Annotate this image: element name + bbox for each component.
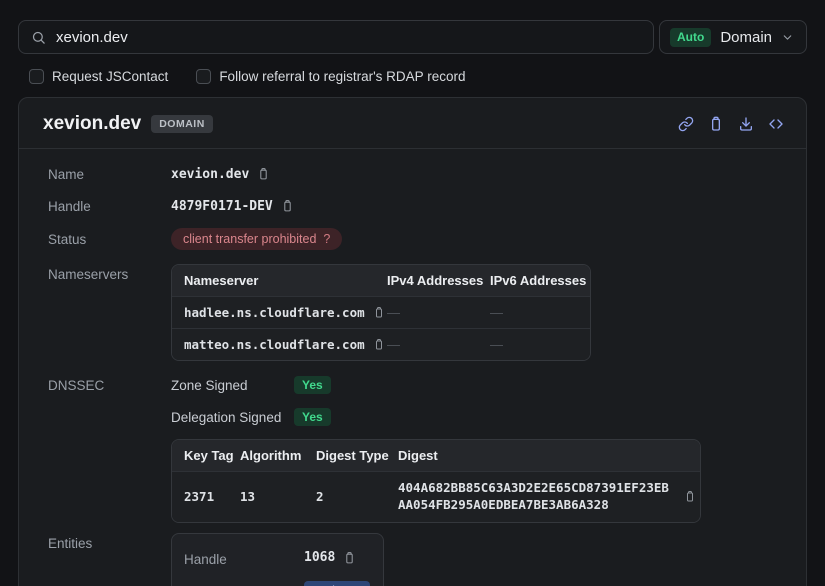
entity-handle-label: Handle [184, 549, 304, 567]
status-field: Status client transfer prohibited ? [48, 228, 782, 250]
col-digest: Digest [398, 440, 700, 471]
table-row: 2371 13 2 404A682BB85C63A3D2E2E65CD87391… [172, 471, 700, 522]
entity-handle-value: 1068 [304, 550, 335, 565]
dnssec-table: Key Tag Algorithm Digest Type Digest 237… [171, 439, 701, 523]
name-label: Name [48, 167, 171, 182]
role-badge: registrar [304, 581, 370, 586]
handle-label: Handle [48, 199, 171, 214]
entity-handle-row: Handle 1068 [184, 548, 371, 568]
nameservers-table: Nameserver IPv4 Addresses IPv6 Addresses… [171, 264, 591, 361]
card-body: Name xevion.dev Handle 4879F0171-DEV [19, 149, 806, 586]
header-actions [678, 116, 784, 132]
copy-icon [373, 338, 385, 351]
follow-referral-checkbox[interactable] [196, 69, 211, 84]
dnssec-content: Zone Signed Yes Delegation Signed Yes Ke… [171, 375, 782, 523]
rdap-page: Auto Domain Request JSContact Follow ref… [0, 0, 825, 586]
jscontact-option[interactable]: Request JSContact [29, 69, 168, 84]
handle-value: 4879F0171-DEV [171, 199, 273, 214]
dnssec-field: DNSSEC Zone Signed Yes Delegation Signed… [48, 375, 782, 523]
copy-entity-handle-button[interactable] [343, 551, 356, 565]
search-box[interactable] [18, 20, 654, 54]
copy-icon [373, 306, 385, 319]
copy-icon [684, 490, 696, 503]
digest-type-value: 2 [316, 489, 324, 504]
nameserver-value: hadlee.ns.cloudflare.com [184, 305, 365, 320]
dnssec-table-header: Key Tag Algorithm Digest Type Digest [172, 440, 700, 471]
link-icon [678, 116, 694, 132]
query-type-value: Domain [720, 29, 772, 46]
code-icon [768, 116, 784, 132]
name-field: Name xevion.dev [48, 164, 782, 184]
dnssec-label: DNSSEC [48, 375, 171, 393]
domain-result-card: xevion.dev DOMAIN Name [18, 97, 807, 586]
query-type-dropdown[interactable]: Auto Domain [659, 20, 807, 54]
download-button[interactable] [738, 116, 754, 132]
entity-card: Handle 1068 Roles registrar [171, 533, 384, 586]
status-label: Status [48, 232, 171, 247]
jscontact-checkbox[interactable] [29, 69, 44, 84]
ipv4-empty: — [387, 337, 399, 352]
delegation-signed-badge: Yes [294, 408, 331, 426]
zone-signed-badge: Yes [294, 376, 331, 394]
permalink-button[interactable] [678, 116, 694, 132]
col-key-tag: Key Tag [172, 440, 240, 471]
col-ipv4: IPv4 Addresses [387, 265, 490, 296]
col-ipv6: IPv6 Addresses [490, 265, 590, 296]
entity-roles-label: Roles [184, 582, 304, 586]
ipv4-empty: — [387, 305, 399, 320]
copy-icon [257, 167, 270, 181]
entities-field: Entities Handle 1068 Roles registra [48, 533, 782, 586]
copy-nameserver-button[interactable] [373, 306, 385, 319]
copy-icon [343, 551, 356, 565]
nameservers-label: Nameservers [48, 264, 171, 282]
card-header: xevion.dev DOMAIN [19, 98, 806, 149]
follow-referral-label: Follow referral to registrar's RDAP reco… [219, 69, 465, 84]
page-title: xevion.dev [43, 113, 141, 135]
zone-signed-label: Zone Signed [171, 378, 294, 393]
status-help-icon[interactable]: ? [323, 231, 330, 247]
jscontact-label: Request JSContact [52, 69, 168, 84]
entity-roles-row: Roles registrar [184, 581, 371, 586]
view-raw-button[interactable] [768, 116, 784, 132]
algorithm-value: 13 [240, 489, 255, 504]
download-icon [738, 116, 754, 132]
copy-response-button[interactable] [708, 116, 724, 132]
copy-name-button[interactable] [257, 167, 270, 181]
ipv6-empty: — [490, 305, 502, 320]
status-badge: client transfer prohibited ? [171, 228, 342, 250]
search-row: Auto Domain [18, 20, 807, 54]
search-input[interactable] [56, 29, 641, 46]
ipv6-empty: — [490, 337, 502, 352]
nameservers-table-header: Nameserver IPv4 Addresses IPv6 Addresses [172, 265, 590, 296]
copy-handle-button[interactable] [281, 199, 294, 213]
object-type-badge: DOMAIN [151, 115, 213, 133]
zone-signed-row: Zone Signed Yes [171, 375, 782, 395]
options-row: Request JSContact Follow referral to reg… [29, 68, 807, 85]
name-value: xevion.dev [171, 167, 249, 182]
follow-referral-option[interactable]: Follow referral to registrar's RDAP reco… [196, 69, 465, 84]
col-digest-type: Digest Type [316, 440, 398, 471]
delegation-signed-row: Delegation Signed Yes [171, 407, 782, 427]
key-tag-value: 2371 [184, 489, 214, 504]
col-nameserver: Nameserver [172, 265, 387, 296]
nameserver-value: matteo.ns.cloudflare.com [184, 337, 365, 352]
clipboard-icon [708, 116, 724, 132]
digest-value: 404A682BB85C63A3D2E2E65CD87391EF23EBAA05… [398, 480, 676, 514]
copy-icon [281, 199, 294, 213]
status-value: client transfer prohibited [183, 231, 316, 247]
copy-digest-button[interactable] [684, 490, 696, 503]
delegation-signed-label: Delegation Signed [171, 410, 294, 425]
nameservers-field: Nameservers Nameserver IPv4 Addresses IP… [48, 264, 782, 361]
handle-field: Handle 4879F0171-DEV [48, 196, 782, 216]
table-row: matteo.ns.cloudflare.com — — [172, 328, 590, 360]
entities-label: Entities [48, 533, 171, 551]
search-icon [31, 30, 46, 45]
copy-nameserver-button[interactable] [373, 338, 385, 351]
col-algorithm: Algorithm [240, 440, 316, 471]
chevron-down-icon [781, 31, 794, 44]
table-row: hadlee.ns.cloudflare.com — — [172, 296, 590, 328]
auto-mode-badge: Auto [670, 28, 711, 47]
